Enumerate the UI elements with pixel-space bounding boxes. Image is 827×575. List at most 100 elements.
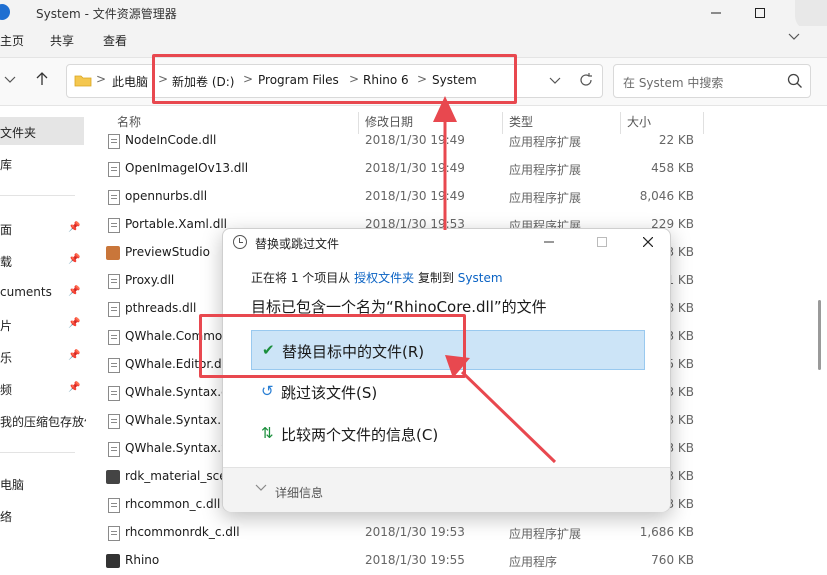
dll-file-icon — [108, 330, 120, 345]
navigation-pane — [0, 106, 86, 575]
file-size: 458 KB — [651, 161, 694, 175]
pin-icon: 📌 — [68, 382, 81, 393]
rhino-file-icon — [106, 470, 120, 484]
file-date: 2018/1/30 19:53 — [365, 525, 465, 539]
dll-file-icon — [108, 190, 120, 205]
ribbon-expand-icon[interactable] — [788, 32, 800, 45]
dll-file-icon — [108, 274, 120, 289]
breadcrumb-separator: > — [96, 72, 107, 86]
file-name: Rhino — [125, 553, 160, 567]
tab-home[interactable]: 主页 — [0, 32, 24, 49]
dialog-title: 替换或跳过文件 — [255, 237, 340, 251]
rhino-app-icon — [106, 554, 120, 568]
file-row[interactable]: OpenImageIOv13.dll 2018/1/30 19:49 应用程序扩… — [100, 156, 710, 184]
refresh-icon[interactable] — [578, 72, 594, 91]
window-title: System - 文件资源管理器 — [36, 7, 177, 21]
compare-icon: ⇅ — [261, 424, 274, 442]
file-name: PreviewStudio — [125, 245, 210, 259]
copy-info-line: 正在将 1 个项目从 授权文件夹 复制到 System — [251, 269, 503, 286]
dialog-close-button[interactable] — [636, 231, 660, 253]
more-details-toggle[interactable]: 详细信息 — [275, 484, 323, 501]
sidebar-divider — [0, 452, 75, 453]
tab-share[interactable]: 共享 — [50, 32, 74, 49]
file-size: 22 KB — [658, 133, 694, 147]
dll-file-icon — [108, 442, 120, 457]
dll-file-icon — [108, 218, 120, 233]
maximize-icon — [597, 237, 607, 247]
file-name: rhcommonrdk_c.dll — [125, 525, 240, 539]
file-date: 2018/1/30 19:55 — [365, 553, 465, 567]
sidebar-item-network[interactable]: 络 — [0, 508, 86, 525]
file-name: Proxy.dll — [125, 273, 175, 287]
sidebar-item-archive-folder[interactable]: 我的压缩包存放位 — [0, 413, 86, 430]
recent-locations-icon[interactable] — [4, 74, 16, 88]
file-row[interactable]: NodeInCode.dll 2018/1/30 19:49 应用程序扩展 22… — [100, 128, 710, 156]
file-date: 2018/1/30 19:49 — [365, 189, 465, 203]
minimize-button[interactable] — [694, 0, 738, 26]
chevron-down-icon[interactable] — [255, 482, 267, 496]
option-label: 跳过该文件(S) — [281, 384, 378, 402]
annotation-highlight-box — [152, 54, 517, 104]
pin-icon: 📌 — [68, 318, 81, 329]
pin-icon: 📌 — [68, 286, 81, 297]
skip-icon: ↺ — [261, 382, 274, 400]
file-name: rhcommon_c.dll — [125, 497, 221, 511]
dialog-maximize-button[interactable] — [590, 231, 614, 253]
dll-file-icon — [108, 526, 120, 541]
file-date: 2018/1/30 19:49 — [365, 161, 465, 175]
file-type: 应用程序 — [509, 555, 558, 569]
maximize-icon — [755, 8, 765, 18]
app-file-icon — [106, 246, 120, 260]
file-size: 760 KB — [651, 553, 694, 567]
skip-file-option[interactable]: ↺ 跳过该文件(S) — [251, 372, 645, 412]
file-type: 应用程序扩展 — [509, 135, 582, 149]
dll-file-icon — [108, 498, 120, 513]
file-name: opennurbs.dll — [125, 189, 208, 203]
pin-icon: 📌 — [68, 222, 81, 233]
file-row[interactable]: Rhino 2018/1/30 19:55 应用程序 760 KB — [100, 548, 710, 575]
sidebar-item-this-pc[interactable]: 电脑 — [0, 476, 86, 493]
file-name: QWhale.Syntax.dll — [125, 385, 223, 399]
dialog-footer: 详细信息 — [223, 467, 670, 512]
file-size: 1,686 KB — [639, 525, 694, 539]
dll-file-icon — [108, 162, 120, 177]
source-folder-link[interactable]: 授权文件夹 — [354, 271, 414, 285]
file-type: 应用程序扩展 — [509, 527, 582, 541]
copy-info-prefix: 正在将 1 个项目从 — [251, 271, 351, 285]
minimize-icon — [544, 241, 554, 243]
breadcrumb-this-pc[interactable]: 此电脑 — [112, 73, 148, 90]
destination-folder-link[interactable]: System — [458, 271, 503, 285]
sidebar-item-folder[interactable]: 文件夹 — [0, 124, 86, 141]
file-name: pthreads.dll — [125, 301, 197, 315]
dll-file-icon — [108, 414, 120, 429]
folder-icon — [74, 73, 92, 90]
address-dropdown-icon[interactable] — [549, 75, 561, 89]
dll-file-icon — [108, 358, 120, 373]
file-row[interactable]: rhcommonrdk_c.dll 2018/1/30 19:53 应用程序扩展… — [100, 520, 710, 548]
pin-icon: 📌 — [68, 350, 81, 361]
annotation-highlight-box — [199, 314, 466, 378]
option-label: 比较两个文件的信息(C) — [281, 426, 439, 444]
sidebar-item-library[interactable]: 库 — [0, 156, 86, 173]
maximize-button[interactable] — [738, 0, 782, 26]
file-row[interactable]: opennurbs.dll 2018/1/30 19:49 应用程序扩展 8,0… — [100, 184, 710, 212]
file-size: 8,046 KB — [639, 189, 694, 203]
file-name: rdk_material_scen — [125, 469, 223, 483]
file-name: OpenImageIOv13.dll — [125, 161, 249, 175]
pin-icon: 📌 — [68, 254, 81, 265]
clock-icon — [233, 235, 247, 249]
file-type: 应用程序扩展 — [509, 191, 582, 205]
up-arrow-icon[interactable] — [34, 71, 50, 90]
dll-file-icon — [108, 386, 120, 401]
search-placeholder: 在 System 中搜索 — [623, 76, 724, 90]
dll-file-icon — [108, 302, 120, 317]
search-icon[interactable] — [787, 73, 803, 92]
file-name: QWhale.Syntax.Pa — [125, 413, 223, 427]
file-name: NodeInCode.dll — [125, 133, 217, 147]
vertical-scrollbar[interactable] — [818, 300, 821, 370]
tab-view[interactable]: 查看 — [103, 32, 127, 49]
compare-files-option[interactable]: ⇅ 比较两个文件的信息(C) — [251, 414, 645, 454]
dialog-minimize-button[interactable] — [537, 231, 561, 253]
dll-file-icon — [108, 134, 120, 149]
file-name: QWhale.Syntax.Sc — [125, 441, 223, 455]
